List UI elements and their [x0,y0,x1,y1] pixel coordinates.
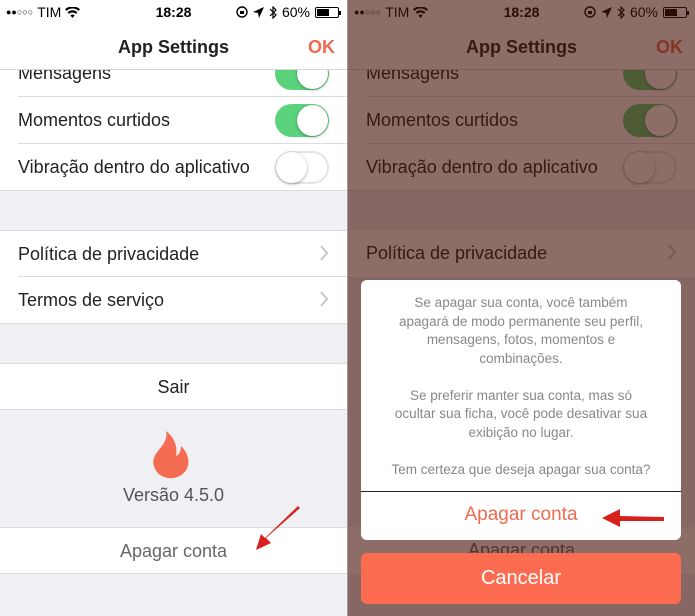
app-version: Versão 4.5.0 [122,485,225,505]
tinder-flame-logo [153,431,189,479]
logout-button[interactable]: Sair [0,363,347,410]
logout-label: Sair [157,377,190,397]
orientation-lock-icon [236,6,248,18]
confirmation-message: Se apagar sua conta, você também apagará… [391,295,651,477]
momentos-toggle[interactable] [275,104,329,137]
terms-of-service-row[interactable]: Termos de serviço [0,277,347,324]
chevron-right-icon [320,291,329,307]
setting-row-vibracao[interactable]: Vibração dentro do aplicativo [0,144,347,191]
nav-bar-overlap: App Settings OK [0,24,347,70]
privacy-policy-label: Política de privacidade [18,244,200,264]
red-arrow-annotation-icon [602,509,664,527]
red-arrow-annotation-icon [256,506,300,550]
bluetooth-icon [269,5,277,19]
ok-button[interactable]: OK [308,37,335,58]
chevron-right-icon [320,245,329,261]
battery-icon [315,6,341,18]
setting-label: Vibração dentro do aplicativo [18,157,250,177]
terms-of-service-label: Termos de serviço [18,290,165,310]
cancel-button[interactable]: Cancelar [361,553,681,604]
delete-confirmation-sheet: Se apagar sua conta, você também apagará… [361,280,681,540]
vibracao-toggle[interactable] [275,151,329,184]
setting-row-momentos[interactable]: Momentos curtidos [0,97,347,144]
delete-confirmation-screen: ●●○○○ TIM 18:28 60% Mensagens App Settin… [348,0,695,616]
status-bar: ●●○○○ TIM 18:28 60% [0,0,347,24]
privacy-policy-row[interactable]: Política de privacidade [0,230,347,277]
page-title: App Settings [118,37,229,57]
location-icon [252,6,264,18]
setting-label: Momentos curtidos [18,110,171,130]
settings-screen: ●●○○○ TIM 18:28 60% App Settings OK Mens… [0,0,347,616]
battery-percent: 60% [281,4,310,20]
